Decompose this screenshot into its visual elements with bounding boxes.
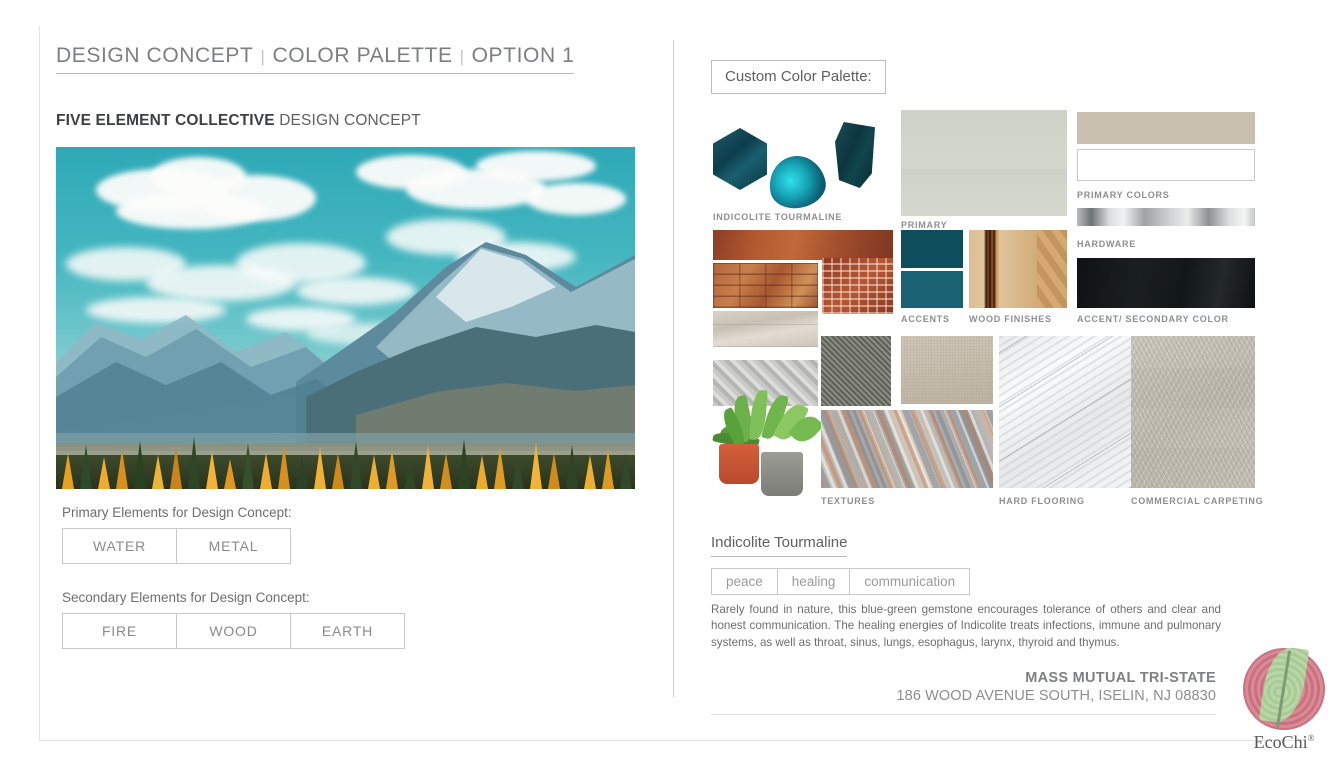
autumn-forest-band [56,427,635,489]
swatch-hard-flooring[interactable] [999,336,1131,488]
swatch-linen[interactable] [901,336,993,404]
tag-communication[interactable]: communication [850,569,969,594]
page-title: FIVE ELEMENT COLLECTIVE DESIGN CONCEPT [56,112,656,130]
breadcrumb-separator: | [459,47,465,66]
swatch-accent-secondary-dark[interactable] [1077,258,1255,308]
left-panel: DESIGN CONCEPT | COLOR PALETTE | OPTION 1 FI… [56,44,656,489]
footer-block: MASS MUTUAL TRI-STATE 186 WOOD AVENUE SO… [896,670,1216,704]
swatch-accent-teal[interactable] [901,271,963,308]
swatch-copper[interactable] [713,230,893,260]
material-board: INDICOLITE TOURMALINE PRIMARY PRIMARY CO… [711,108,1271,508]
breadcrumb-item-design-concept[interactable]: DESIGN CONCEPT [56,44,253,67]
footer-company: MASS MUTUAL TRI-STATE [1025,670,1216,686]
caption-accent-secondary-color: ACCENT/ SECONDARY COLOR [1077,314,1229,324]
swatch-diamond-textile[interactable] [821,336,891,406]
swatch-accent-dark-teal[interactable] [901,230,963,268]
caption-primary-colors: PRIMARY COLORS [1077,190,1170,200]
breadcrumb-item-color-palette[interactable]: COLOR PALETTE [272,44,452,67]
custom-color-palette-header: Custom Color Palette: [711,60,886,94]
primary-elements-block: Primary Elements for Design Concept: WAT… [62,505,292,564]
caption-indicolite-tourmaline: INDICOLITE TOURMALINE [713,212,843,222]
secondary-elements-block: Secondary Elements for Design Concept: F… [62,590,405,649]
primary-elements-row: WATER METAL [62,528,291,564]
breadcrumb-separator: | [260,47,266,66]
swatch-commercial-carpeting[interactable] [1131,336,1255,488]
swatch-brick[interactable] [713,263,818,308]
gem-raw-crystal-icon [835,122,875,188]
page-title-bold: FIVE ELEMENT COLLECTIVE [56,112,275,129]
page-left-edge [39,26,40,740]
logo-text-label: EcoChi [1253,732,1308,752]
gemstone-tags: peace healing communication [711,568,971,595]
element-cell-earth[interactable]: EARTH [291,614,404,648]
plant-decoration-icon [712,389,833,496]
swatch-white[interactable] [1077,149,1255,181]
swatch-brick-red-pattern[interactable] [822,258,893,314]
presentation-page: DESIGN CONCEPT | COLOR PALETTE | OPTION 1 FI… [0,0,1344,768]
footer-address: 186 WOOD AVENUE SOUTH, ISELIN, NJ 08830 [896,688,1216,704]
swatch-stone[interactable] [713,311,818,347]
footer-rule [711,714,1216,715]
element-cell-metal[interactable]: METAL [177,529,290,563]
swatch-hardware-chrome[interactable] [1077,208,1255,226]
hero-image [56,147,635,489]
element-cell-water[interactable]: WATER [63,529,177,563]
element-cell-fire[interactable]: FIRE [63,614,177,648]
breadcrumb-item-option-1[interactable]: OPTION 1 [472,44,575,67]
right-panel: Custom Color Palette: [711,60,1271,94]
swatch-primary-wall[interactable] [901,110,1067,216]
gem-pear-icon [764,150,830,214]
caption-textures: TEXTURES [821,496,876,506]
swatch-wood-finishes[interactable] [969,230,1067,308]
secondary-elements-row: FIRE WOOD EARTH [62,613,405,649]
logo-registered-mark: ® [1307,733,1315,743]
caption-wood-finishes: WOOD FINISHES [969,314,1052,324]
ecochi-logo: EcoChi® [1238,644,1330,753]
gemstone-description: Rarely found in nature, this blue-green … [711,603,1221,649]
swatch-taupe[interactable] [1077,112,1255,144]
tag-healing[interactable]: healing [778,569,851,594]
tag-peace[interactable]: peace [712,569,778,594]
primary-elements-label: Primary Elements for Design Concept: [62,505,292,520]
secondary-elements-label: Secondary Elements for Design Concept: [62,590,310,605]
caption-commercial-carpeting: COMMERCIAL CARPETING [1131,496,1264,506]
swatch-marble[interactable] [821,410,993,488]
caption-hardware: HARDWARE [1077,239,1136,249]
page-title-rest: DESIGN CONCEPT [274,112,421,129]
page-bottom-rule [39,740,1304,741]
logo-wordmark: EcoChi® [1238,732,1330,753]
caption-hard-flooring: HARD FLOORING [999,496,1085,506]
element-cell-wood[interactable]: WOOD [177,614,291,648]
caption-primary: PRIMARY [901,220,948,230]
gem-hexagon-icon [713,128,767,190]
caption-accents: ACCENTS [901,314,950,324]
breadcrumb: DESIGN CONCEPT | COLOR PALETTE | OPTION 1 [56,44,575,74]
gemstone-title: Indicolite Tourmaline [711,534,848,557]
panel-divider [673,40,674,697]
